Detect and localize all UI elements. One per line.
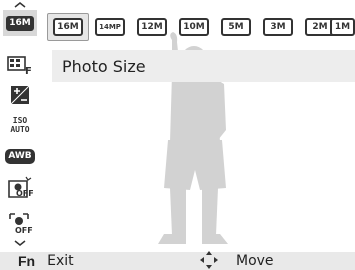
- size-3m-icon: 3M: [263, 18, 293, 36]
- menu-item-face-detection[interactable]: OFF: [3, 174, 37, 200]
- white-balance-icon: AWB: [5, 148, 35, 164]
- menu-item-smart-face[interactable]: OFF: [3, 210, 37, 236]
- size-1m-icon: 1M: [330, 18, 355, 36]
- photo-size-options: 16M 14MP 12M 10M 5M 3M 2M: [47, 13, 338, 41]
- smart-face-off-icon: OFF: [9, 213, 33, 235]
- quality-icon: F: [7, 56, 32, 75]
- size-14mp-icon: 14MP: [95, 18, 125, 36]
- chevron-up-icon[interactable]: [14, 2, 26, 8]
- size-5m-icon: 5M: [221, 18, 251, 36]
- menu-item-iso[interactable]: ISO AUTO: [3, 112, 37, 138]
- svg-text:F: F: [25, 66, 32, 75]
- menu-item-photo-size[interactable]: 16M: [3, 10, 37, 36]
- menu-item-quality[interactable]: F: [3, 52, 37, 78]
- fn-key-label[interactable]: Fn: [18, 253, 35, 269]
- face-detection-off-icon: OFF: [8, 176, 33, 198]
- bottom-help-bar: Fn Exit: [0, 252, 355, 270]
- svg-text:OFF: OFF: [16, 189, 33, 198]
- size-option-5m[interactable]: 5M: [218, 16, 254, 38]
- chevron-down-icon[interactable]: [14, 240, 26, 246]
- move-label: Move: [236, 253, 274, 269]
- exposure-icon: [10, 85, 30, 105]
- size-12m-icon: 12M: [137, 18, 167, 36]
- size-option-12m[interactable]: 12M: [134, 16, 170, 38]
- iso-auto-icon: ISO AUTO: [10, 116, 30, 134]
- size-option-16m[interactable]: 16M: [47, 13, 89, 41]
- size-16m-icon: 16M: [53, 18, 83, 36]
- size-option-1m[interactable]: 1M: [330, 16, 355, 38]
- menu-item-exposure[interactable]: [3, 82, 37, 108]
- size-option-3m[interactable]: 3M: [260, 16, 296, 38]
- camera-menu-screen: 16M F ISO AUTO AWB OFF OFF 16M 14MP 12M …: [0, 0, 355, 270]
- menu-title-bar: Photo Size: [52, 50, 355, 82]
- photo-size-16m-icon: 16M: [6, 15, 34, 31]
- size-option-10m[interactable]: 10M: [176, 16, 212, 38]
- exit-label: Exit: [47, 253, 74, 269]
- left-menu-column: 16M F ISO AUTO AWB OFF OFF: [0, 0, 40, 252]
- size-option-14mp[interactable]: 14MP: [92, 16, 128, 38]
- move-arrows-icon: [200, 251, 218, 269]
- size-10m-icon: 10M: [179, 18, 209, 36]
- svg-text:OFF: OFF: [15, 226, 33, 235]
- menu-item-white-balance[interactable]: AWB: [3, 143, 37, 169]
- page-title: Photo Size: [62, 56, 146, 76]
